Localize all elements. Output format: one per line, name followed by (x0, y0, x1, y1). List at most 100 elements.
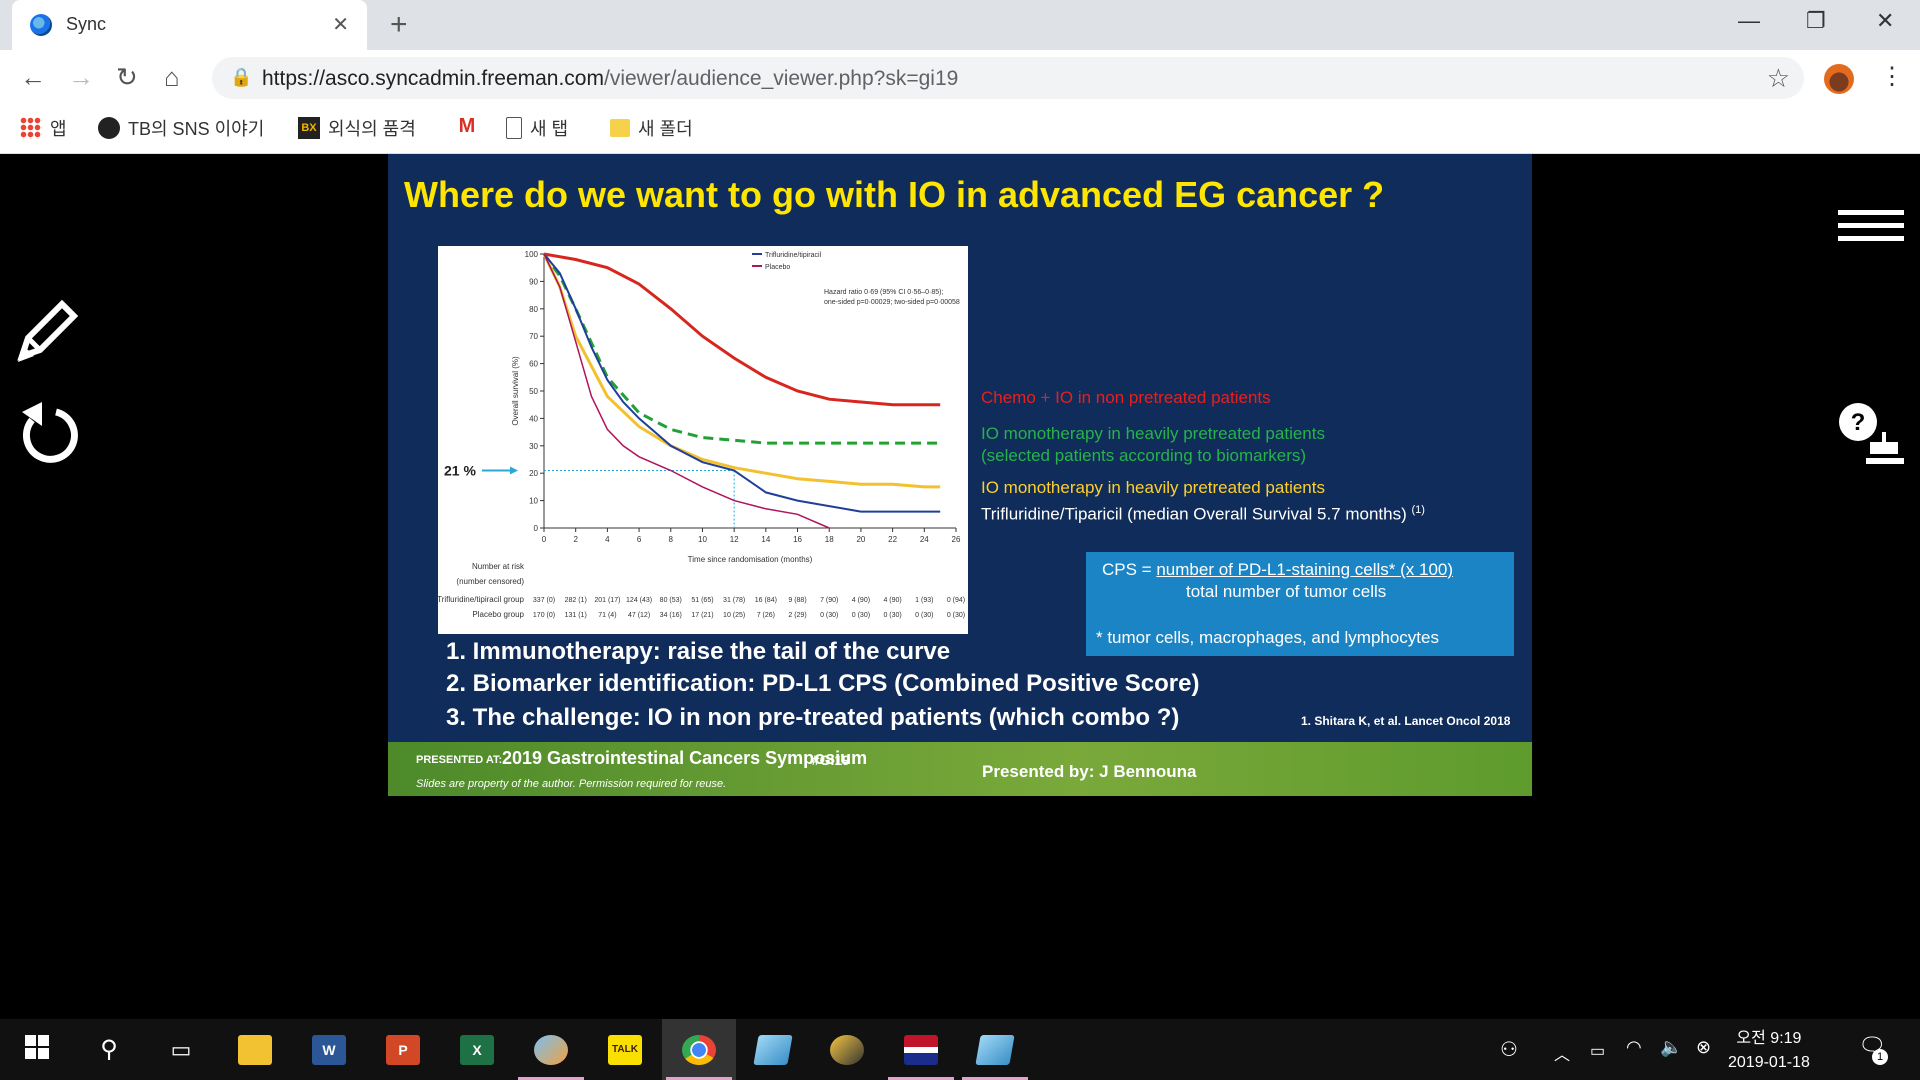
y-axis-label: Overall survival (%) (511, 356, 520, 426)
legend-trifluridine: Trifluridine/tipiracil (765, 252, 822, 259)
volume-icon[interactable]: 🔈 (1660, 1037, 1682, 1058)
bookmark-apps[interactable]: 앱 (20, 115, 67, 141)
bookmark-gmail[interactable]: M (456, 115, 478, 137)
bookmarks-bar: 앱 TB의 SNS 이야기 BX 외식의 품격 M 새 탭 새 폴더 (0, 105, 1920, 154)
series-io-selected (542, 253, 941, 445)
close-window-icon[interactable]: ✕ (1876, 8, 1894, 34)
cps-denominator: total number of tumor cells (1186, 582, 1387, 601)
taskbar-app[interactable] (736, 1019, 810, 1080)
hazard-pvalue-text: one-sided p=0·00029; two-sided p=0·00058 (824, 299, 960, 306)
sync-favicon-icon (30, 14, 52, 36)
lock-icon: 🔒 (230, 67, 253, 87)
x-tick-label: 0 (542, 535, 547, 544)
pencil-icon[interactable] (14, 294, 82, 371)
word-icon: W (312, 1034, 346, 1065)
floppy-icon (904, 1034, 938, 1065)
cps-formula: CPS = number of PD-L1-staining cells* (x… (1102, 560, 1454, 579)
x-tick-label: 2 (573, 535, 578, 544)
reload-icon[interactable]: ↻ (116, 62, 138, 93)
network-error-icon[interactable]: ⊗ (1696, 1037, 1711, 1058)
task-view-button[interactable]: ▭ (144, 1019, 218, 1080)
back-icon[interactable]: ← (20, 62, 46, 93)
x-tick-label: 20 (856, 535, 865, 544)
powerpoint-icon: P (386, 1034, 420, 1065)
taskbar-chrome[interactable] (662, 1019, 736, 1080)
bookmark-dining[interactable]: BX 외식의 품격 (298, 115, 416, 141)
risk-row-label: Trifluridine/tipiracil group (438, 595, 525, 604)
search-icon: ⚲ (100, 1036, 118, 1063)
x-tick-label: 12 (730, 535, 739, 544)
svg-text:?: ? (1851, 409, 1866, 436)
risk-cell: 4 (90) (852, 597, 870, 604)
app3-icon (975, 1034, 1015, 1065)
undo-icon[interactable] (16, 398, 80, 473)
bookmark-tb-sns[interactable]: TB의 SNS 이야기 (98, 115, 264, 141)
profile-avatar[interactable] (1824, 64, 1854, 94)
y-tick-label: 10 (529, 497, 538, 506)
taskbar-word[interactable]: W (292, 1019, 366, 1080)
x-tick-label: 6 (637, 535, 642, 544)
start-button[interactable] (0, 1019, 74, 1080)
home-icon[interactable]: ⌂ (164, 62, 180, 93)
risk-cell: 337 (0) (533, 597, 555, 604)
taskbar-floppy[interactable] (884, 1019, 958, 1080)
bookmark-star-icon[interactable]: ☆ (1767, 63, 1790, 94)
risk-cell: 124 (43) (626, 597, 652, 604)
risk-cell: 16 (84) (755, 597, 777, 604)
taskbar-powerpoint[interactable]: P (366, 1019, 440, 1080)
taskbar-paint[interactable] (514, 1019, 588, 1080)
risk-cell: 0 (30) (915, 612, 933, 619)
minimize-icon[interactable]: — (1738, 8, 1760, 34)
restore-icon[interactable]: ❐ (1806, 8, 1826, 34)
taskbar-file-explorer[interactable] (218, 1019, 292, 1080)
tab-close-icon[interactable]: ✕ (332, 12, 349, 37)
taskbar-search[interactable]: ⚲ (72, 1019, 146, 1080)
gmail-icon: M (458, 115, 476, 137)
citation: 1. Shitara K, et al. Lancet Oncol 2018 (1301, 714, 1511, 728)
hamburger-menu-icon[interactable] (1838, 210, 1904, 241)
show-hidden-icons-icon[interactable]: ︿ (1554, 1041, 1570, 1065)
point-1: 1. Immunotherapy: raise the tail of the … (446, 638, 951, 665)
taskbar-app3[interactable] (958, 1019, 1032, 1080)
taskbar-app2[interactable] (810, 1019, 884, 1080)
risk-cell: 0 (94) (947, 597, 965, 604)
taskbar-kakaotalk[interactable]: TALK (588, 1019, 662, 1080)
risk-cell: 131 (1) (565, 612, 587, 619)
series-placebo (543, 253, 830, 529)
footer-disclaimer: Slides are property of the author. Permi… (416, 778, 727, 790)
presented-at-label: PRESENTED AT: (416, 754, 503, 766)
y-tick-label: 0 (534, 524, 539, 533)
risk-cell: 31 (78) (723, 597, 745, 604)
chrome-icon (682, 1034, 716, 1065)
wifi-icon[interactable]: ◠ (1626, 1037, 1642, 1058)
bookmark-new-folder[interactable]: 새 폴더 (610, 115, 693, 141)
people-icon[interactable]: ⚇ (1500, 1037, 1518, 1062)
bookmark-new-tab[interactable]: 새 탭 (506, 115, 568, 141)
risk-cell: 47 (12) (628, 612, 650, 619)
slide-footer: PRESENTED AT: 2019 Gastrointestinal Canc… (388, 742, 1532, 796)
forward-icon[interactable]: → (68, 62, 94, 93)
tab-strip: Sync ✕ + — ❐ ✕ (0, 0, 1920, 50)
risk-cell: 10 (25) (723, 612, 745, 619)
notification-count-badge: 1 (1872, 1049, 1888, 1065)
x-tick-label: 22 (888, 535, 897, 544)
clock-time: 오전 9:19 (1736, 1030, 1802, 1047)
y-tick-label: 70 (529, 332, 538, 341)
cps-box: CPS = number of PD-L1-staining cells* (x… (1086, 552, 1514, 656)
risk-table-title: Number at risk (472, 562, 525, 571)
risk-cell: 17 (21) (691, 612, 713, 619)
legend-placebo: Placebo (765, 264, 790, 271)
ask-question-icon[interactable]: ? (1838, 402, 1910, 477)
paint-icon (534, 1034, 568, 1065)
risk-row-label: Placebo group (472, 610, 524, 619)
presenter: Presented by: J Bennouna (982, 762, 1197, 781)
url-text: https://asco.syncadmin.freeman.com/viewe… (262, 67, 959, 90)
address-bar[interactable]: 🔒 https://asco.syncadmin.freeman.com/vie… (212, 57, 1804, 99)
x-tick-label: 4 (605, 535, 610, 544)
new-tab-button[interactable]: + (390, 8, 408, 42)
menu-kebab-icon[interactable]: ⋮ (1880, 62, 1904, 91)
browser-tab[interactable]: Sync ✕ (12, 0, 367, 50)
taskbar-excel[interactable]: X (440, 1019, 514, 1080)
taskbar-clock[interactable]: 오전 9:19 2019-01-18 (1728, 1027, 1810, 1075)
battery-icon[interactable]: ▭ (1590, 1041, 1605, 1061)
